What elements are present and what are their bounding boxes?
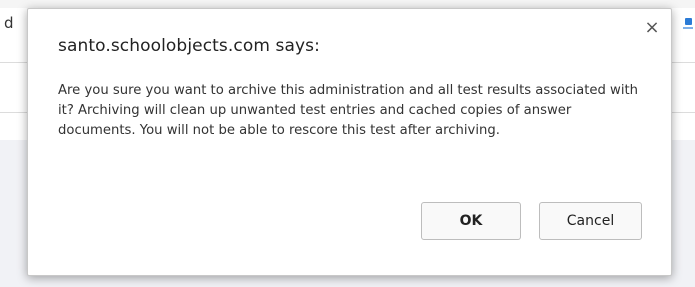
close-icon[interactable]: ×: [643, 19, 661, 37]
confirm-dialog: santo.schoolobjects.com says: × Are you …: [27, 8, 672, 276]
cancel-button[interactable]: Cancel: [539, 202, 642, 240]
app-icon[interactable]: [683, 18, 693, 32]
ok-button[interactable]: OK: [421, 202, 521, 240]
background-partial-text: d: [4, 14, 14, 32]
dialog-message: Are you sure you want to archive this ad…: [58, 83, 639, 138]
background-top-band: [0, 0, 695, 8]
page: d santo.schoolobjects.com says: × Are yo…: [0, 0, 695, 287]
dialog-title: santo.schoolobjects.com says:: [58, 36, 320, 56]
